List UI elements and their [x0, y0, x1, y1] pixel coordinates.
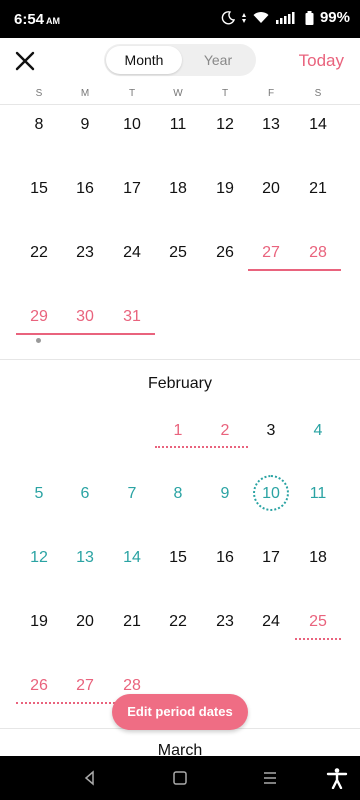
day-cell[interactable]: 9 [62, 116, 108, 134]
month-divider [0, 359, 360, 360]
view-toggle: Month Year [104, 44, 256, 76]
recents-button[interactable] [260, 768, 280, 788]
day-cell[interactable]: 12 [202, 116, 248, 134]
status-time: 6:54 AM [14, 11, 61, 28]
year-tab[interactable]: Year [182, 46, 254, 74]
day-cell[interactable]: 17 [248, 549, 294, 567]
battery-percent: 99% [319, 9, 350, 26]
weekday-label: T [128, 88, 136, 99]
home-button[interactable] [170, 768, 190, 788]
day-cell[interactable]: 21 [295, 180, 341, 198]
weekday-label: S [314, 88, 322, 99]
predicted-period-underline [155, 446, 248, 448]
day-cell[interactable]: 3 [248, 422, 294, 440]
battery-icon [305, 10, 314, 25]
calendar-header: Month Year Today [0, 38, 360, 84]
day-cell[interactable]: 17 [109, 180, 155, 198]
day-cell[interactable]: 15 [155, 549, 201, 567]
day-cell[interactable]: 25 [155, 244, 201, 262]
recents-icon [264, 772, 276, 784]
accessibility-icon [326, 768, 348, 790]
system-nav-bar [0, 756, 360, 800]
back-icon [84, 770, 94, 786]
back-button[interactable] [80, 768, 100, 788]
predicted-period-day-cell[interactable]: 25 [295, 613, 341, 631]
month-tab[interactable]: Month [106, 46, 182, 74]
moon-icon [221, 10, 235, 24]
period-day-cell[interactable]: 31 [109, 308, 155, 326]
fertile-day-cell[interactable]: 9 [202, 485, 248, 503]
day-cell[interactable]: 22 [16, 244, 62, 262]
weekday-label: F [267, 88, 275, 99]
ovulation-day-cell[interactable]: 10 [248, 485, 294, 503]
fertile-day-cell[interactable]: 7 [109, 485, 155, 503]
weekday-label: W [173, 88, 183, 99]
day-cell[interactable]: 8 [16, 116, 62, 134]
status-icons: 99% [221, 9, 350, 26]
log-indicator-dot [36, 338, 41, 343]
day-cell[interactable]: 14 [295, 116, 341, 134]
day-cell[interactable]: 16 [62, 180, 108, 198]
data-arrows-icon [241, 12, 246, 23]
day-cell[interactable]: 20 [248, 180, 294, 198]
day-cell[interactable]: 11 [155, 116, 201, 134]
fertile-day-cell[interactable]: 13 [62, 549, 108, 567]
fertile-day-cell[interactable]: 4 [295, 422, 341, 440]
fertile-day-cell[interactable]: 12 [16, 549, 62, 567]
period-day-cell[interactable]: 30 [62, 308, 108, 326]
weekday-label: M [80, 88, 90, 99]
predicted-period-day-cell[interactable]: 27 [62, 677, 108, 695]
weekday-label: S [35, 88, 43, 99]
close-icon [15, 51, 35, 71]
fertile-day-cell[interactable]: 11 [295, 485, 341, 503]
predicted-period-underline [295, 638, 341, 640]
day-cell[interactable]: 20 [62, 613, 108, 631]
weekday-label: T [221, 88, 229, 99]
period-day-cell[interactable]: 27 [248, 244, 294, 262]
period-day-cell[interactable]: 29 [16, 308, 62, 326]
day-cell[interactable]: 24 [248, 613, 294, 631]
day-cell[interactable]: 23 [62, 244, 108, 262]
day-cell[interactable]: 18 [295, 549, 341, 567]
day-cell[interactable]: 18 [155, 180, 201, 198]
day-cell[interactable]: 21 [109, 613, 155, 631]
day-cell[interactable]: 23 [202, 613, 248, 631]
day-cell[interactable]: 16 [202, 549, 248, 567]
fertile-day-cell[interactable]: 8 [155, 485, 201, 503]
fertile-day-cell[interactable]: 6 [62, 485, 108, 503]
predicted-period-day-cell[interactable]: 26 [16, 677, 62, 695]
day-cell[interactable]: 19 [16, 613, 62, 631]
weekday-header: S M T W T F S [0, 84, 360, 105]
signal-icon [275, 12, 295, 24]
day-cell[interactable]: 22 [155, 613, 201, 631]
day-cell[interactable]: 24 [109, 244, 155, 262]
day-cell[interactable]: 19 [202, 180, 248, 198]
day-cell[interactable]: 13 [248, 116, 294, 134]
fertile-day-cell[interactable]: 14 [109, 549, 155, 567]
month-title: February [147, 375, 213, 392]
predicted-period-day-cell[interactable]: 1 [155, 422, 201, 440]
wifi-icon [253, 12, 269, 23]
today-button[interactable]: Today [299, 51, 344, 71]
fertile-day-cell[interactable]: 5 [16, 485, 62, 503]
status-bar: 6:54 AM 99% [0, 0, 360, 38]
day-cell[interactable]: 26 [202, 244, 248, 262]
accessibility-button[interactable] [326, 767, 348, 790]
predicted-period-day-cell[interactable]: 28 [109, 677, 155, 695]
period-underline [248, 269, 341, 271]
period-day-cell[interactable]: 28 [295, 244, 341, 262]
edit-period-dates-button[interactable]: Edit period dates [112, 694, 248, 730]
close-button[interactable] [12, 48, 38, 74]
period-underline [16, 333, 155, 335]
day-cell[interactable]: 10 [109, 116, 155, 134]
day-cell[interactable]: 15 [16, 180, 62, 198]
home-icon [173, 771, 187, 785]
predicted-period-day-cell[interactable]: 2 [202, 422, 248, 440]
